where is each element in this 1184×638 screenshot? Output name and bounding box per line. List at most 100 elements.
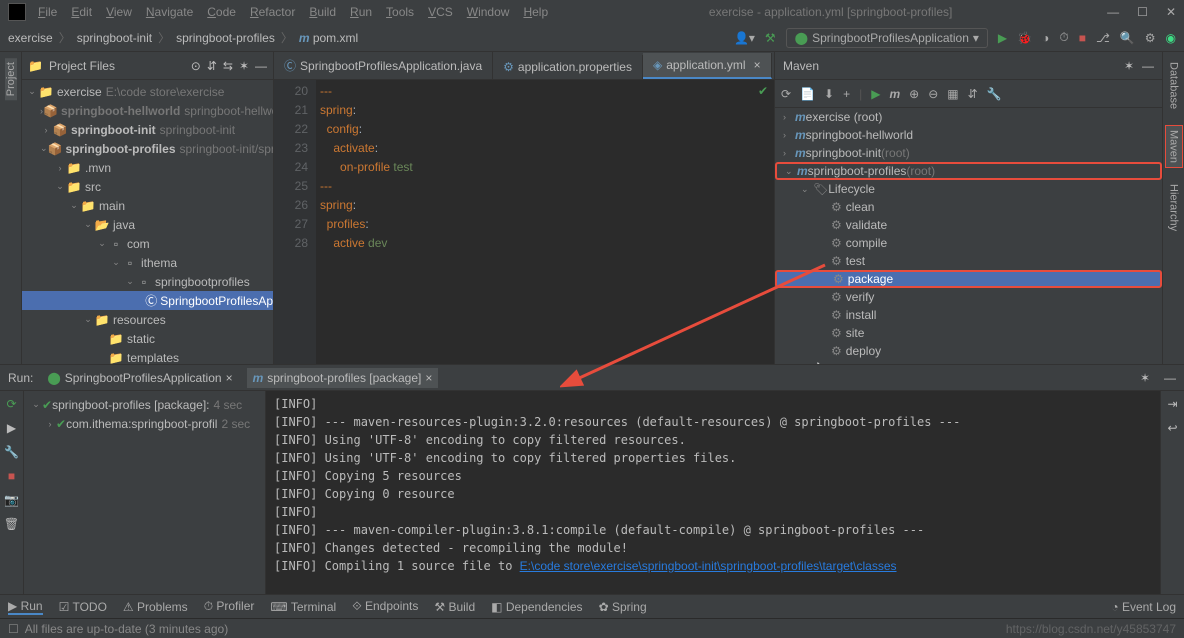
wrench-icon[interactable]: 🔧 — [4, 445, 19, 459]
hide-icon[interactable]: — — [1142, 59, 1154, 73]
menu-help[interactable]: Help — [517, 3, 554, 21]
bottom-tab-endpoints[interactable]: ⟐ Endpoints — [352, 599, 418, 614]
event-log[interactable]: ◔ Event Log — [1111, 600, 1176, 614]
bottom-tab-build[interactable]: ⚒ Build — [434, 600, 475, 614]
maximize-icon[interactable]: ☐ — [1137, 5, 1148, 19]
minimize-icon[interactable]: — — [1107, 5, 1119, 19]
editor-tab[interactable]: ⚙application.properties — [493, 55, 643, 79]
tree-node[interactable]: ⌄▫springbootprofiles — [22, 272, 273, 291]
wrench-icon[interactable]: 🔧 — [987, 87, 1002, 101]
menu-refactor[interactable]: Refactor — [244, 3, 301, 21]
maven-node[interactable]: ⚙ compile — [775, 234, 1162, 252]
breadcrumb-item[interactable]: springboot-init — [77, 31, 152, 45]
profile-icon[interactable]: ⏱ — [1059, 30, 1068, 45]
run-icon[interactable]: ▶ — [871, 87, 880, 101]
breadcrumb-item[interactable]: exercise — [8, 31, 53, 45]
scroll-icon[interactable]: ⇥ — [1167, 397, 1177, 411]
stop-icon[interactable]: ■ — [1079, 31, 1086, 45]
maven-node[interactable]: ⚙ deploy — [775, 342, 1162, 360]
menu-file[interactable]: File — [32, 3, 63, 21]
generate-icon[interactable]: 📄 — [800, 87, 815, 101]
trash-icon[interactable]: 🗑 — [4, 517, 19, 531]
settings-icon[interactable]: ✶ — [1140, 371, 1150, 385]
bottom-tab-dependencies[interactable]: ◧ Dependencies — [491, 600, 582, 614]
maven-node[interactable]: ›m springboot-hellworld — [775, 126, 1162, 144]
menu-view[interactable]: View — [100, 3, 138, 21]
reload-icon[interactable]: ⟳ — [781, 87, 791, 101]
maven-node[interactable]: ⚙ verify — [775, 288, 1162, 306]
graph-icon[interactable]: ▦ — [947, 87, 958, 101]
tree-node[interactable]: ⌄📦springboot-profilesspringboot-init/spr… — [22, 139, 273, 158]
tree-node[interactable]: ⌄📁main — [22, 196, 273, 215]
console-output[interactable]: [INFO] [INFO] --- maven-resources-plugin… — [266, 391, 1160, 594]
user-icon[interactable]: 👤▾ — [734, 31, 755, 45]
maven-node[interactable]: ⚙ validate — [775, 216, 1162, 234]
menu-navigate[interactable]: Navigate — [140, 3, 199, 21]
maven-node[interactable]: ›m exercise (root) — [775, 108, 1162, 126]
add-icon[interactable]: + — [843, 87, 850, 101]
maven-node[interactable]: ⌄🏷 Lifecycle — [775, 180, 1162, 198]
bottom-tab-spring[interactable]: ✿ Spring — [599, 600, 647, 614]
search-icon[interactable]: 🔍 — [1120, 31, 1135, 45]
tree-node[interactable]: ⌄▫com — [22, 234, 273, 253]
bottom-tab-problems[interactable]: ⚠ Problems — [123, 600, 188, 614]
tree-node[interactable]: ›📁.mvn — [22, 158, 273, 177]
tab-maven[interactable]: Maven — [1165, 125, 1183, 168]
wrap-icon[interactable]: ↩ — [1167, 421, 1177, 435]
tree-node[interactable]: ⌄▫ithema — [22, 253, 273, 272]
bottom-tab-terminal[interactable]: ⌨ Terminal — [270, 600, 336, 614]
tree-node[interactable]: ›📦springboot-hellworldspringboot-hellwo — [22, 101, 273, 120]
tree-node[interactable]: ⌄📂java — [22, 215, 273, 234]
project-panel-title[interactable]: Project Files — [49, 59, 185, 73]
maven-node[interactable]: ⚙ package — [775, 270, 1162, 288]
tree-node[interactable]: ⌄📁src — [22, 177, 273, 196]
tree-node[interactable]: ⒸSpringbootProfilesAp — [22, 291, 273, 310]
breadcrumb-item[interactable]: springboot-profiles — [176, 31, 275, 45]
editor-tab[interactable]: ⒸSpringbootProfilesApplication.java — [274, 52, 493, 79]
hammer-icon[interactable]: ⚒ — [765, 31, 776, 45]
m-icon[interactable]: m — [889, 87, 900, 101]
menu-tools[interactable]: Tools — [380, 3, 420, 21]
menu-run[interactable]: Run — [344, 3, 378, 21]
debug-icon[interactable]: 🐞 — [1017, 31, 1032, 45]
run-tree[interactable]: ⌄✔ springboot-profiles [package]:4 sec›✔… — [24, 391, 266, 594]
bottom-tab-profiler[interactable]: ⏱ Profiler — [204, 599, 255, 614]
settings-icon[interactable]: ✶ — [239, 59, 249, 73]
maven-node[interactable]: ⌄m springboot-profiles (root) — [775, 162, 1162, 180]
tree-node[interactable]: ⌄📁resources — [22, 310, 273, 329]
maven-node[interactable]: ›m springboot-init (root) — [775, 144, 1162, 162]
breadcrumb-item[interactable]: m pom.xml — [299, 31, 358, 45]
select-opened-icon[interactable]: ⊙ — [191, 59, 201, 73]
attach-icon[interactable]: ▶ — [7, 421, 16, 435]
settings-icon[interactable]: ✶ — [1124, 59, 1134, 73]
settings-icon[interactable]: ⚙ — [1145, 31, 1156, 45]
run-tab-app[interactable]: ⬤SpringbootProfilesApplication× — [47, 371, 232, 385]
tab-project[interactable]: Project — [5, 58, 17, 100]
run-tree-node[interactable]: ⌄✔ springboot-profiles [package]:4 sec — [26, 395, 263, 414]
menu-build[interactable]: Build — [303, 3, 342, 21]
menu-code[interactable]: Code — [201, 3, 242, 21]
menu-vcs[interactable]: VCS — [422, 3, 459, 21]
run-tree-node[interactable]: ›✔ com.ithema:springboot-profil2 sec — [26, 414, 263, 433]
maven-node[interactable]: ⚙ install — [775, 306, 1162, 324]
tree-node[interactable]: 📁static — [22, 329, 273, 348]
maven-node[interactable]: ⚙ site — [775, 324, 1162, 342]
run-config-selector[interactable]: ⬤SpringbootProfilesApplication▾ — [786, 28, 988, 48]
hide-icon[interactable]: — — [1164, 371, 1176, 385]
offline-icon[interactable]: ⊖ — [928, 87, 938, 101]
tree-node[interactable]: ›📦springboot-initspringboot-init — [22, 120, 273, 139]
bottom-tab-run[interactable]: ▶ Run — [8, 599, 43, 615]
collapse-icon[interactable]: ⇆ — [223, 59, 233, 73]
bottom-tab-todo[interactable]: ☑ TODO — [59, 600, 107, 614]
close-icon[interactable]: ✕ — [1166, 5, 1176, 19]
menu-edit[interactable]: Edit — [65, 3, 98, 21]
run-tab-package[interactable]: mspringboot-profiles [package]× — [247, 368, 439, 388]
tab-database[interactable]: Database — [1166, 58, 1182, 113]
avatar-icon[interactable]: ◉ — [1166, 31, 1176, 45]
expand-icon[interactable]: ⇵ — [207, 59, 217, 73]
tree-node[interactable]: ⌄📁exerciseE:\code store\exercise — [22, 82, 273, 101]
maven-node[interactable]: ⚙ clean — [775, 198, 1162, 216]
hide-icon[interactable]: — — [255, 59, 267, 73]
menu-window[interactable]: Window — [461, 3, 516, 21]
maven-node[interactable]: ⚙ test — [775, 252, 1162, 270]
